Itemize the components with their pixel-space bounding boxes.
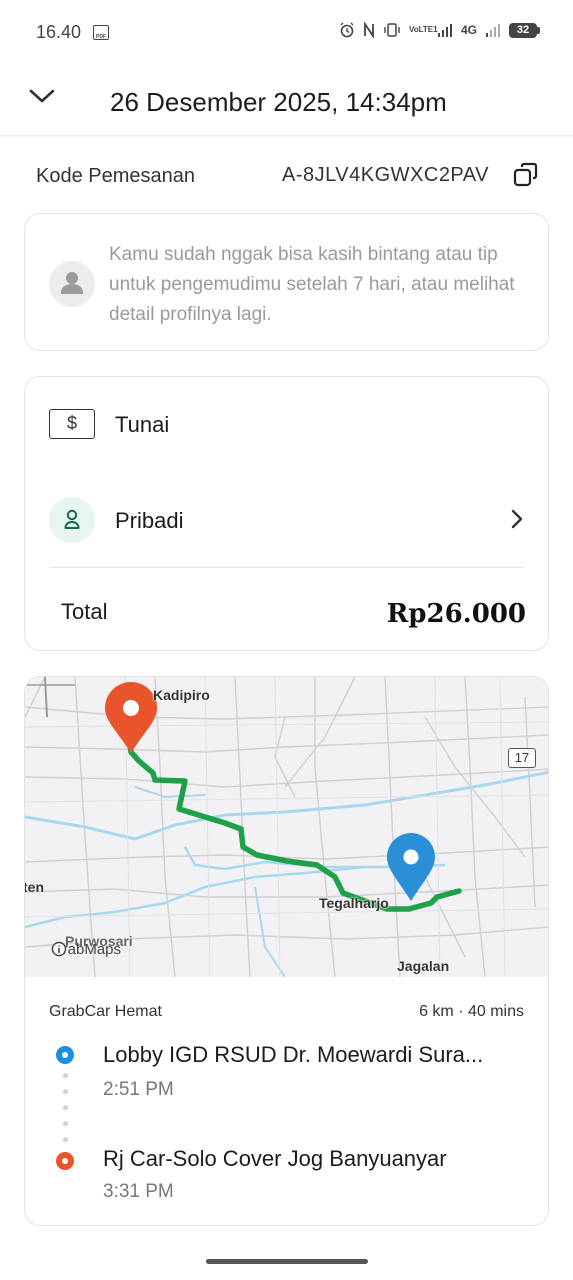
cash-icon: $ — [49, 409, 95, 439]
profile-type-label[interactable]: Pribadi — [115, 508, 183, 534]
user-icon — [64, 509, 80, 529]
route-connector-dot — [63, 1073, 68, 1078]
trip-card: Kadipiro Tegalharjo Jagalan ten Purwosar… — [24, 676, 549, 1226]
payment-method-label: Tunai — [115, 412, 170, 437]
booking-code-value: A-8JLV4KGWXC2PAV — [282, 164, 489, 186]
map-label-west: ten — [25, 879, 44, 895]
chevron-right-icon[interactable] — [506, 508, 528, 530]
route-connector-dot — [63, 1105, 68, 1110]
signal-icon — [437, 24, 452, 37]
booking-code-label: Kode Pemesanan — [36, 165, 196, 187]
map-label-kadipiro: Kadipiro — [153, 687, 210, 703]
dropoff-location: Rj Car-Solo Cover Jog Banyuanyar — [103, 1146, 447, 1171]
service-type: GrabCar Hemat — [49, 1003, 162, 1020]
map-label-tegalharjo: Tegalharjo — [319, 895, 389, 911]
route-connector-dot — [63, 1121, 68, 1126]
route-map[interactable]: Kadipiro Tegalharjo Jagalan ten Purwosar… — [25, 677, 548, 977]
pickup-pin-icon — [387, 833, 435, 901]
profile-icon-badge — [49, 497, 95, 543]
info-icon — [51, 941, 67, 957]
copy-icon[interactable] — [513, 162, 539, 188]
map-label-jagalan: Jagalan — [397, 958, 450, 974]
route-connector-dot — [63, 1137, 68, 1142]
alarm-icon — [340, 22, 354, 38]
network-type: 4G — [460, 23, 477, 37]
driver-notice-card: Kamu sudah nggak bisa kasih bintang atau… — [24, 213, 549, 351]
nfc-icon — [364, 22, 374, 38]
chevron-down-icon[interactable] — [28, 82, 56, 110]
total-label: Total — [61, 599, 108, 624]
status-bar: 16.40 PDF VoLTE1 4G 32 — [0, 0, 573, 64]
home-indicator[interactable] — [206, 1259, 368, 1264]
dropoff-dot-icon — [56, 1152, 74, 1170]
driver-notice-text: Kamu sudah nggak bisa kasih bintang atau… — [109, 244, 515, 325]
route-connector-dot — [63, 1089, 68, 1094]
trip-distance-duration: 6 km · 40 mins — [419, 1003, 524, 1020]
page-title: 26 Desember 2025, 14:34pm — [110, 87, 447, 117]
vibrate-icon — [384, 23, 400, 37]
map-brand: GrabMaps — [51, 941, 121, 958]
pickup-dot-icon — [56, 1046, 74, 1064]
pickup-location: Lobby IGD RSUD Dr. Moewardi Sura... — [103, 1042, 484, 1067]
person-icon — [61, 272, 83, 294]
header: 26 Desember 2025, 14:34pm — [0, 64, 573, 136]
map-canvas — [25, 677, 548, 977]
pdf-notification-icon: PDF — [93, 25, 109, 40]
destination-pin-icon — [105, 682, 157, 753]
divider — [49, 567, 524, 568]
pickup-time: 2:51 PM — [103, 1079, 174, 1100]
signal-weak-icon — [486, 24, 500, 37]
status-icons: VoLTE1 4G 32 — [339, 22, 540, 38]
battery-icon: 32 — [509, 22, 540, 38]
status-time: 16.40 — [36, 22, 82, 42]
road-number-badge: 17 — [508, 748, 536, 768]
volte-indicator: VoLTE1 — [408, 25, 438, 34]
avatar — [49, 261, 95, 307]
payment-card: $ Tunai Pribadi Total Rp26.000 — [24, 376, 549, 651]
total-value: Rp26.000 — [386, 599, 526, 629]
booking-code-row: Kode Pemesanan A-8JLV4KGWXC2PAV — [36, 160, 541, 194]
dropoff-time: 3:31 PM — [103, 1181, 174, 1202]
